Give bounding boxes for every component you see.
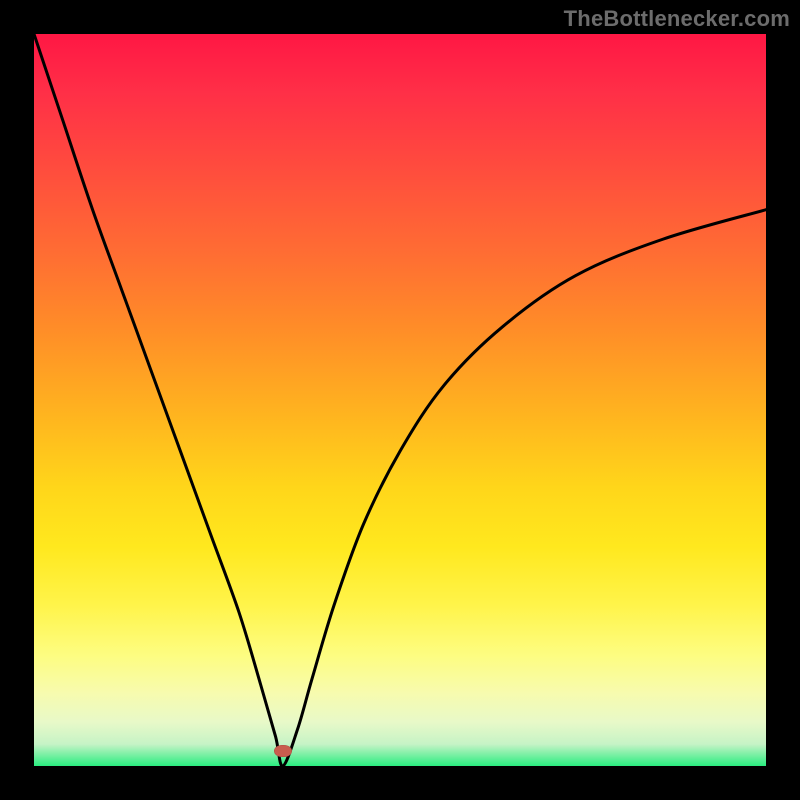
optimal-point-marker [274, 745, 292, 757]
plot-area [34, 34, 766, 766]
watermark-text: TheBottlenecker.com [564, 6, 790, 32]
chart-frame: TheBottlenecker.com [0, 0, 800, 800]
bottleneck-curve [34, 34, 766, 766]
